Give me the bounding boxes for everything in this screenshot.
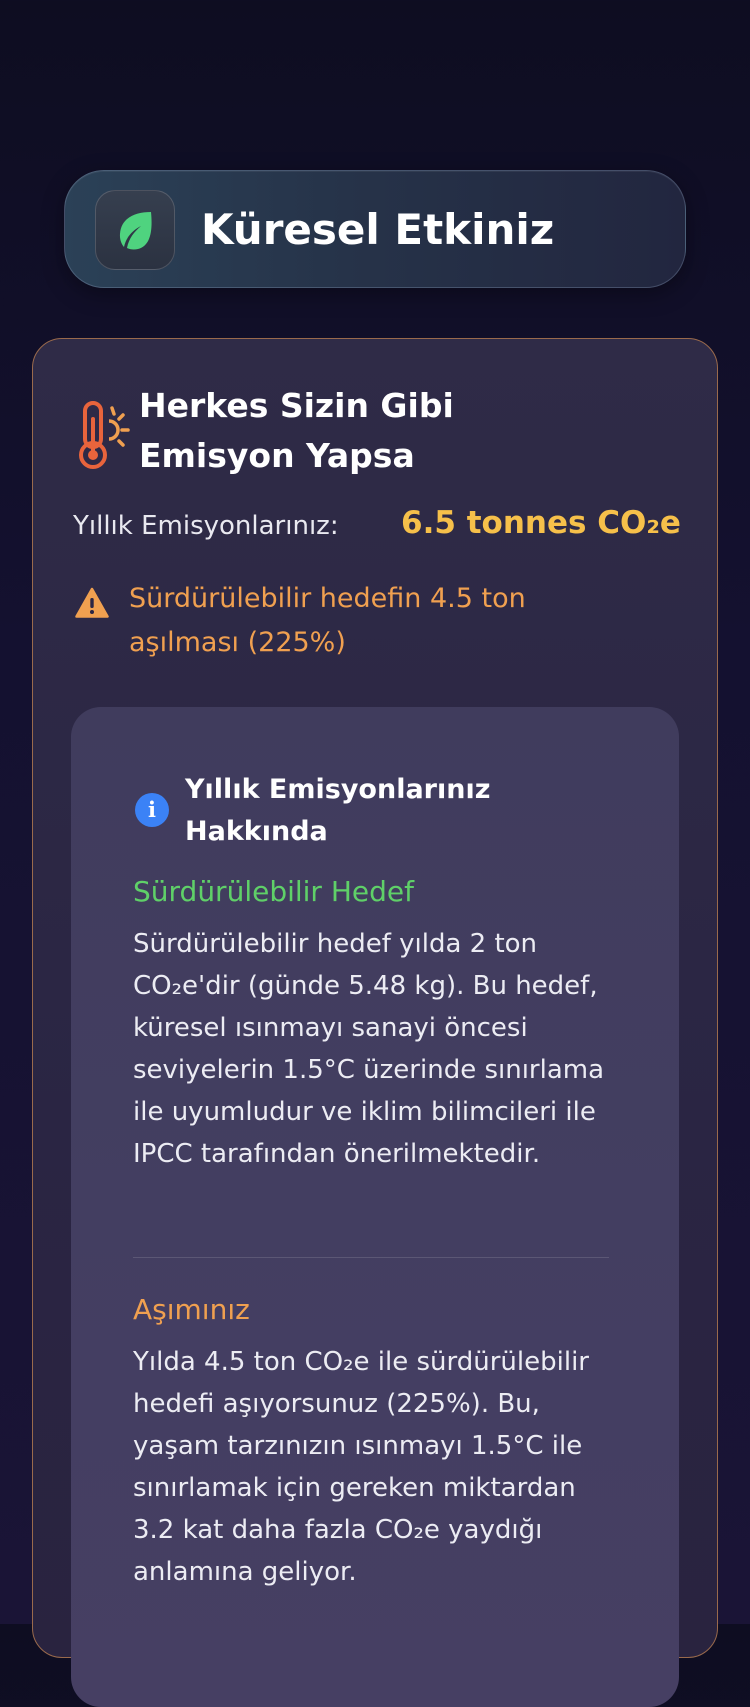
emission-value: 6.5 tonnes CO₂e <box>401 505 681 541</box>
section-divider <box>133 1257 609 1258</box>
warning-text: Sürdürülebilir hedefin 4.5 ton aşılması … <box>129 583 526 658</box>
page-title: Küresel Etkiniz <box>201 205 555 254</box>
thermometer-sun-icon <box>79 401 130 469</box>
info-icon: i <box>135 793 169 827</box>
leaf-icon-box <box>95 190 175 270</box>
emission-label: Yıllık Emisyonlarınız: <box>73 511 339 541</box>
target-text: Sürdürülebilir hedef yılda 2 ton CO₂e'di… <box>133 929 605 1169</box>
header-banner: Küresel Etkiniz <box>64 170 686 288</box>
card-title: Herkes Sizin Gibi Emisyon Yapsa <box>139 386 454 475</box>
target-title: Sürdürülebilir Hedef <box>133 875 414 908</box>
warning-triangle-icon <box>75 587 109 618</box>
excess-title: Aşımınız <box>133 1293 250 1326</box>
info-panel: i Yıllık Emisyonlarınız Hakkında Sürdürü… <box>71 707 679 1707</box>
emission-card: Herkes Sizin Gibi Emisyon Yapsa Yıllık E… <box>32 338 718 1707</box>
info-title: Yıllık Emisyonlarınız Hakkında <box>185 774 491 847</box>
excess-text: Yılda 4.5 ton CO₂e ile sürdürülebilir he… <box>133 1347 589 1587</box>
leaf-icon <box>119 212 152 250</box>
